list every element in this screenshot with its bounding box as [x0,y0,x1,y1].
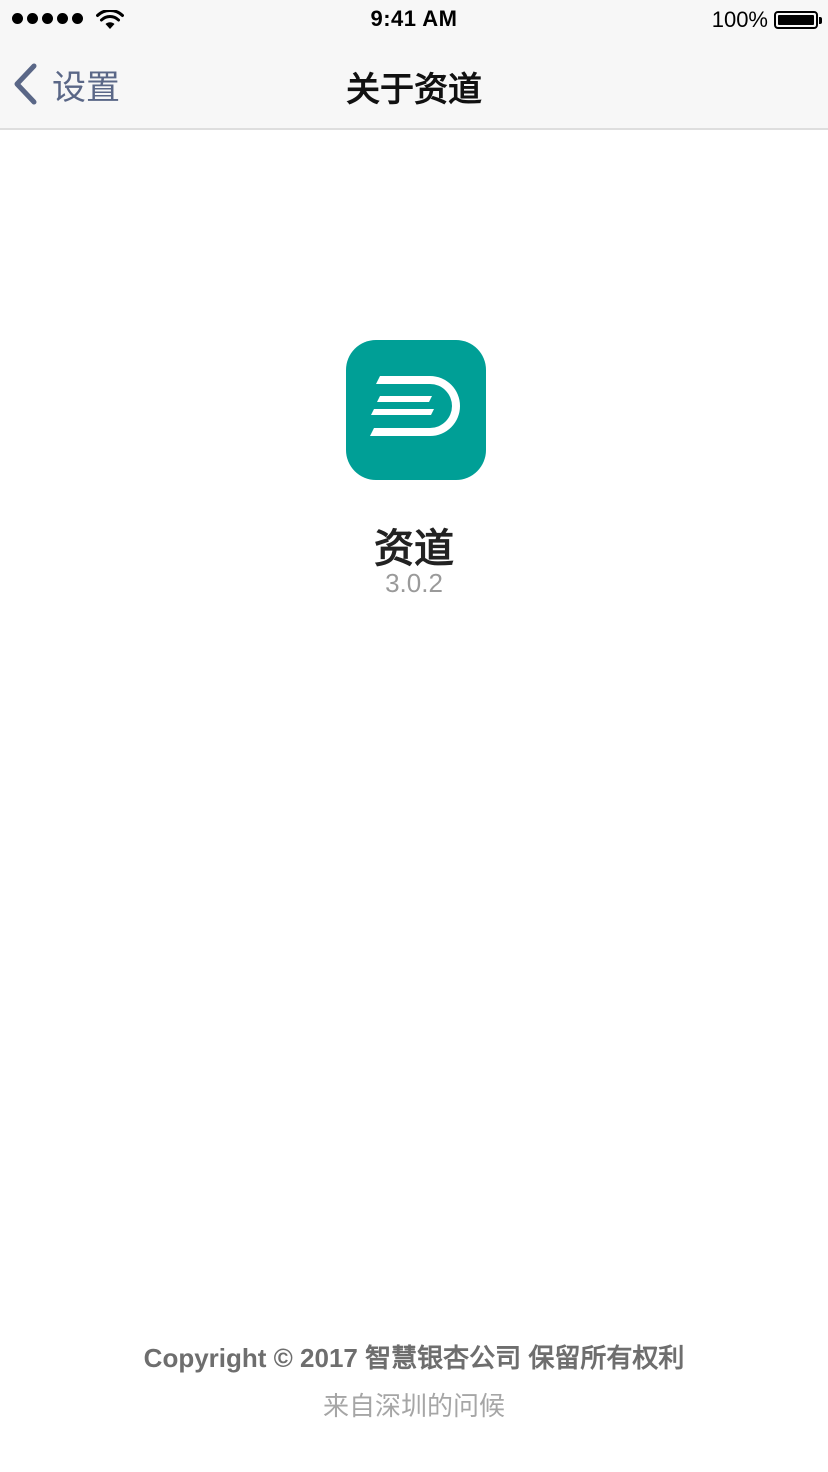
about-screen: 9:41 AM 100% 设置 关于资道 资道 3.0.2 Copyright … [0,0,828,1472]
status-time: 9:41 AM [370,6,458,31]
battery-indicator: 100% [711,7,822,33]
greeting-text: 来自深圳的问候 [322,1391,505,1421]
battery-percent: 100% [711,7,768,32]
navigation-bar: 设置 关于资道 [0,40,828,128]
app-name: 资道 [374,527,454,571]
app-logo-icon [346,340,486,480]
copyright-text: Copyright © 2017 智慧银杏公司 保留所有权利 [143,1343,685,1373]
battery-icon [774,11,822,29]
battery-level-fill [778,15,814,25]
page-title: 关于资道 [346,71,482,109]
status-bar: 9:41 AM 100% [0,0,828,40]
top-bar: 9:41 AM 100% 设置 关于资道 [0,0,828,130]
app-version: 3.0.2 [385,568,443,598]
